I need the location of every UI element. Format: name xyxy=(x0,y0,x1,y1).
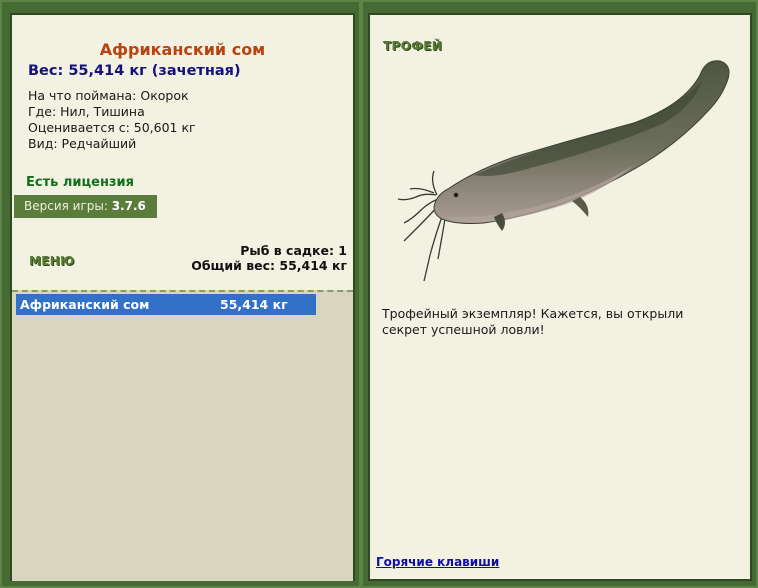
fish-rarity: Вид: Редчайший xyxy=(28,136,137,151)
fish-min-weight: Оценивается с: 50,601 кг xyxy=(28,120,196,135)
trophy-panel: ТРОФЕЙ Трофейный экземпляр! Кажется, вы … xyxy=(368,13,752,581)
keepnet-row-selected[interactable]: Африканский сом 55,414 кг xyxy=(16,294,316,315)
hotkeys-link[interactable]: Горячие клавиши xyxy=(376,555,499,569)
keepnet-stats: Рыб в садке: 1 Общий вес: 55,414 кг xyxy=(191,243,347,273)
left-panel: Африканский сом Вес: 55,414 кг (зачетная… xyxy=(0,0,361,588)
fish-count: Рыб в садке: 1 xyxy=(240,243,347,258)
total-weight: Общий вес: 55,414 кг xyxy=(191,258,347,273)
keepnet-list xyxy=(12,290,353,581)
right-panel: ТРОФЕЙ Трофейный экземпляр! Кажется, вы … xyxy=(361,0,758,588)
fish-bait: На что поймана: Окорок xyxy=(28,88,189,103)
license-status: Есть лицензия xyxy=(26,175,134,190)
fish-location: Где: Нил, Тишина xyxy=(28,104,145,119)
fish-name: Африканский сом xyxy=(99,40,266,59)
version-label: Версия игры: xyxy=(24,199,108,213)
keepnet-fish-weight: 55,414 кг xyxy=(220,297,288,312)
fish-info-panel: Африканский сом Вес: 55,414 кг (зачетная… xyxy=(10,13,355,581)
keepnet-fish-name: Африканский сом xyxy=(20,297,150,312)
menu-button[interactable]: МЕНЮ xyxy=(29,254,74,268)
fish-weight: Вес: 55,414 кг (зачетная) xyxy=(28,63,241,79)
game-version: Версия игры: 3.7.6 xyxy=(14,195,157,218)
trophy-description: Трофейный экземпляр! Кажется, вы открыли… xyxy=(382,306,684,337)
catfish-image xyxy=(397,60,730,282)
barbels xyxy=(397,170,447,282)
version-value: 3.7.6 xyxy=(111,199,146,213)
